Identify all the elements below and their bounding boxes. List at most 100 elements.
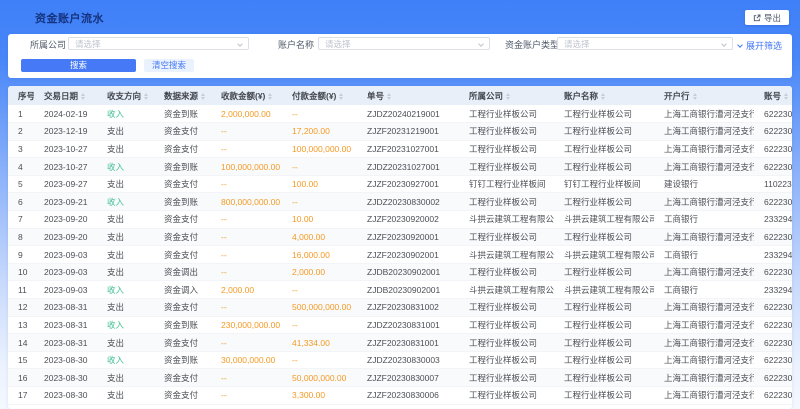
table-row: 42023-10-27收入资金到账100,000,000.00--ZJDZ202…	[8, 158, 792, 176]
cell-payment: 2,000.00	[282, 263, 357, 281]
cell-direction: 收入	[97, 105, 154, 123]
sort-caret-icon	[81, 93, 85, 100]
column-header-0: 序号	[8, 86, 34, 105]
filter-placeholder: 请选择	[564, 38, 590, 50]
cell-company: 工程行业样板公司	[459, 387, 554, 405]
chevron-down-icon	[721, 41, 727, 47]
column-header-8[interactable]: 账户名称	[554, 86, 654, 105]
cell-payment: --	[282, 351, 357, 369]
cell-bank: 上海工商银行漕河泾支行	[654, 123, 754, 141]
table-row: 12024-02-19收入资金到账2,000,000.00--ZJDZ20240…	[8, 105, 792, 123]
cell-payment: 4,000.00	[282, 228, 357, 246]
sort-caret-icon	[268, 93, 272, 100]
cell-company: 工程行业样板公司	[459, 140, 554, 158]
filter-select-0[interactable]: 请选择	[68, 37, 249, 50]
table-row: 22023-12-19支出资金支付--17,200.00ZJZF20231219…	[8, 123, 792, 141]
cell-payment: 17,200.00	[282, 123, 357, 141]
cell-order-no: ZJDZ20240219001	[357, 105, 459, 123]
column-header-3[interactable]: 数据来源	[154, 86, 211, 105]
cell-income: --	[211, 175, 282, 193]
column-header-6[interactable]: 单号	[357, 86, 459, 105]
cell-order-no: ZJZF20230902001	[357, 246, 459, 264]
cell-order-no: ZJZF20231027001	[357, 140, 459, 158]
cell-order-no: ZJDZ20231027001	[357, 158, 459, 176]
cell-index: 12	[8, 299, 34, 317]
cell-company: 工程行业样板公司	[459, 369, 554, 387]
cell-account-no: 622230111	[754, 263, 792, 281]
cell-order-no: ZJDZ20230830002	[357, 193, 459, 211]
cell-date: 2023-08-31	[34, 316, 97, 334]
cell-account-name: 工程行业样板公司	[554, 369, 654, 387]
cell-account-no: 622230111	[754, 140, 792, 158]
cell-index: 15	[8, 351, 34, 369]
cell-company: 工程行业样板公司	[459, 228, 554, 246]
column-header-5[interactable]: 付款金额(¥)	[282, 86, 357, 105]
chevron-down-icon	[478, 41, 484, 47]
export-icon	[753, 14, 761, 22]
cell-date: 2023-09-03	[34, 281, 97, 299]
table-row: 142023-08-31支出资金支付--41,334.00ZJZF2023083…	[8, 334, 792, 352]
table-row: 102023-09-03支出资金调出--2,000.00ZJDB20230902…	[8, 263, 792, 281]
sort-caret-icon	[144, 93, 148, 100]
cell-payment: --	[282, 316, 357, 334]
cell-index: 7	[8, 211, 34, 229]
cell-source: 资金支付	[154, 211, 211, 229]
table-header-row: 序号交易日期收支方向数据来源收款金额(¥)付款金额(¥)单号所属公司账户名称开户…	[8, 86, 792, 105]
cell-account-name: 工程行业样板公司	[554, 228, 654, 246]
search-button[interactable]: 搜索	[21, 59, 136, 72]
filter-panel: 所属公司 请选择 账户名称 请选择 资金账户类型 请选择 展开筛选 搜索 清空搜…	[8, 34, 792, 78]
cell-payment: 10.00	[282, 211, 357, 229]
cell-index: 4	[8, 158, 34, 176]
cell-date: 2023-09-03	[34, 263, 97, 281]
cell-account-no: 23329499-	[754, 246, 792, 264]
cell-date: 2023-08-31	[34, 299, 97, 317]
filter-select-2[interactable]: 请选择	[557, 37, 733, 50]
column-header-7[interactable]: 所属公司	[459, 86, 554, 105]
cell-order-no: ZJZF20230830007	[357, 369, 459, 387]
cell-income: 800,000,000.00	[211, 193, 282, 211]
column-header-10[interactable]: 账号	[754, 86, 792, 105]
cell-order-no: ZJZF20231219001	[357, 123, 459, 141]
clear-search-button[interactable]: 清空搜索	[144, 59, 194, 72]
cell-bank: 上海工商银行漕河泾支行	[654, 105, 754, 123]
cell-income: --	[211, 334, 282, 352]
column-header-1[interactable]: 交易日期	[34, 86, 97, 105]
cell-source: 资金调出	[154, 263, 211, 281]
cell-account-no: 622230111	[754, 369, 792, 387]
cell-income: --	[211, 228, 282, 246]
cell-date: 2023-09-27	[34, 175, 97, 193]
cell-index: 10	[8, 263, 34, 281]
cell-company: 斗拱云建筑工程有限公司	[459, 211, 554, 229]
sort-caret-icon	[601, 93, 605, 100]
cell-source: 资金支付	[154, 299, 211, 317]
cell-account-no: 622230111	[754, 299, 792, 317]
filter-select-1[interactable]: 请选择	[318, 37, 490, 50]
cell-date: 2023-08-30	[34, 351, 97, 369]
cell-bank: 工商银行	[654, 281, 754, 299]
cell-index: 9	[8, 246, 34, 264]
cell-direction: 支出	[97, 140, 154, 158]
cell-company: 工程行业样板公司	[459, 334, 554, 352]
filter-label-0: 所属公司	[30, 39, 66, 52]
cell-income: 30,000,000.00	[211, 351, 282, 369]
column-header-4[interactable]: 收款金额(¥)	[211, 86, 282, 105]
cell-order-no: ZJZF20230830006	[357, 387, 459, 405]
cell-account-name: 工程行业样板公司	[554, 263, 654, 281]
cell-index: 3	[8, 140, 34, 158]
cell-bank: 上海工商银行漕河泾支行	[654, 158, 754, 176]
cell-source: 资金支付	[154, 246, 211, 264]
table-row: 62023-09-21收入资金到账800,000,000.00--ZJDZ202…	[8, 193, 792, 211]
filter-placeholder: 请选择	[75, 38, 101, 50]
cell-index: 11	[8, 281, 34, 299]
column-header-9[interactable]: 开户行	[654, 86, 754, 105]
column-header-2[interactable]: 收支方向	[97, 86, 154, 105]
cell-account-name: 工程行业样板公司	[554, 299, 654, 317]
export-button[interactable]: 导出	[745, 10, 789, 25]
expand-filters-link[interactable]: 展开筛选	[738, 39, 782, 52]
sort-caret-icon	[784, 93, 788, 100]
cell-account-name: 工程行业样板公司	[554, 351, 654, 369]
cell-bank: 上海工商银行漕河泾支行	[654, 387, 754, 405]
table-row: 112023-09-03收入资金调入2,000.00--ZJDB20230902…	[8, 281, 792, 299]
cell-income: --	[211, 263, 282, 281]
cell-order-no: ZJDB20230902001	[357, 263, 459, 281]
